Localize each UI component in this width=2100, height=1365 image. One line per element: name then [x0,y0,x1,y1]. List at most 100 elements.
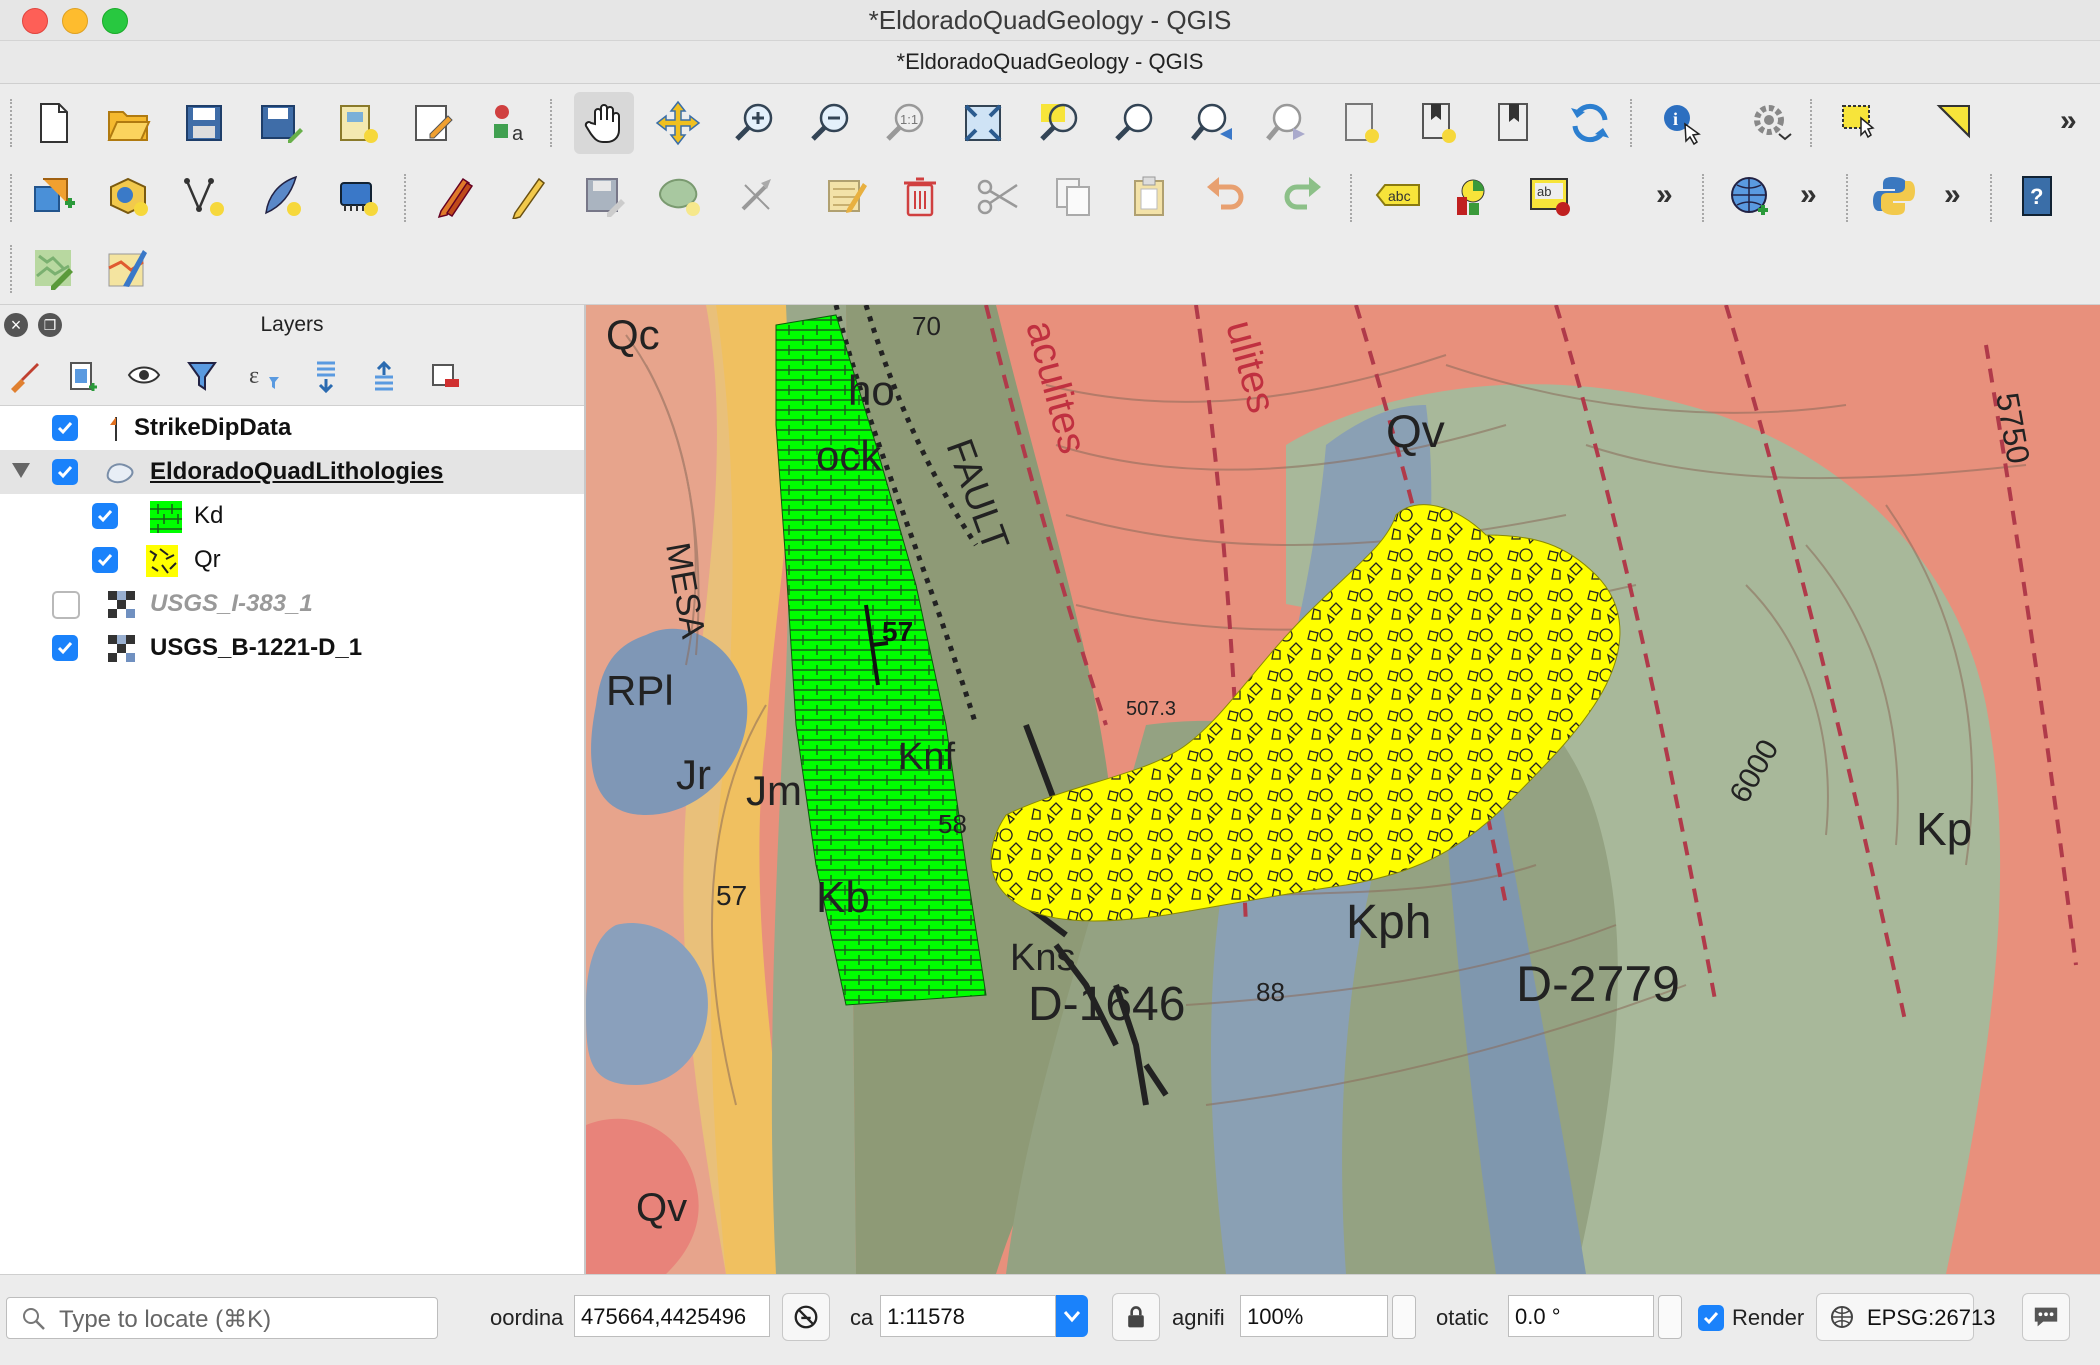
python-console-icon[interactable] [1866,168,1922,224]
collapse-arrow-icon[interactable] [12,463,30,478]
new-map-view-icon[interactable] [1333,95,1389,151]
toolbar-overflow-icon[interactable]: » [1800,178,1817,212]
save-as-icon[interactable] [253,95,309,151]
layer-row-strikedipdata[interactable]: StrikeDipData [0,406,584,450]
open-project-icon[interactable] [100,95,156,151]
paste-features-icon[interactable] [1122,168,1178,224]
rotation-field[interactable]: 0.0 ° [1508,1295,1654,1337]
layout-manager-icon[interactable] [405,95,461,151]
scale-dropdown-arrow-icon[interactable] [1056,1295,1088,1337]
save-layer-edits-icon[interactable] [576,168,632,224]
magnifier-stepper[interactable] [1392,1295,1416,1339]
new-project-icon[interactable] [26,95,82,151]
layer-labeling-options-icon[interactable]: ab [1522,168,1578,224]
zoom-to-layer-icon[interactable] [1107,95,1163,151]
magnifier-field[interactable]: 100% [1240,1295,1388,1337]
map-label: 70 [912,311,941,341]
copy-features-icon[interactable] [1046,168,1102,224]
map-tools-icon[interactable] [100,241,156,297]
new-spatialite-layer-icon[interactable] [253,168,309,224]
current-edits-icon[interactable] [428,168,484,224]
coordinate-field[interactable]: 475664,4425496 [574,1295,770,1337]
zoom-out-icon[interactable] [803,95,859,151]
identify-features-icon[interactable]: i [1654,95,1710,151]
label-toolbar-icon[interactable]: abc [1370,168,1426,224]
collapse-all-icon[interactable] [364,357,404,395]
kd-symbol-swatch [150,501,182,533]
expand-all-icon[interactable] [306,357,346,395]
scale-combobox[interactable]: 1:11578 [880,1295,1056,1337]
deselect-features-icon[interactable] [1930,95,1986,151]
new-print-layout-icon[interactable] [330,95,386,151]
vertex-tool-icon[interactable] [730,168,786,224]
map-canvas[interactable]: 57 Qc Qv Qv RPl Jr Jm Knf Kb Kph Kp Kns … [586,305,2100,1274]
render-checkbox[interactable] [1698,1305,1724,1331]
zoom-full-icon[interactable] [955,95,1011,151]
open-layer-styling-icon[interactable] [4,357,44,395]
pan-map-icon[interactable] [574,92,634,154]
map-label: 507.3 [1126,698,1176,720]
save-project-icon[interactable] [176,95,232,151]
legend-item-kd[interactable]: Kd [0,494,584,538]
filter-legend-icon[interactable] [182,357,222,395]
cut-features-icon[interactable] [970,168,1026,224]
crs-button[interactable]: EPSG:26713 [1816,1293,1995,1341]
layer-visibility-checkbox[interactable] [52,591,80,619]
new-virtual-layer-icon[interactable] [330,168,386,224]
zoom-next-icon[interactable] [1258,95,1314,151]
layer-row-usgs-b-1221[interactable]: USGS_B-1221-D_1 [0,626,584,670]
style-manager-icon[interactable]: a [481,95,537,151]
svg-text:ab: ab [1537,184,1551,199]
redo-icon[interactable] [1274,168,1330,224]
zoom-to-selection-icon[interactable] [1032,95,1088,151]
refresh-icon[interactable] [1562,95,1618,151]
add-group-icon[interactable] [62,357,102,395]
digitize-vertex-icon[interactable] [176,168,232,224]
select-features-icon[interactable] [1834,95,1890,151]
map-label: Qc [606,311,660,358]
layer-visibility-checkbox[interactable] [52,459,78,485]
manage-map-themes-icon[interactable] [124,357,164,395]
help-icon[interactable]: ? [2010,168,2066,224]
remove-layer-icon[interactable] [424,357,464,395]
class-visibility-checkbox[interactable] [92,547,118,573]
map-label: Knf [898,736,955,778]
toolbar-overflow-icon[interactable]: » [2060,104,2077,138]
run-feature-action-icon[interactable] [1742,95,1798,151]
add-polygon-feature-icon[interactable] [652,168,708,224]
layer-row-usgs-i-383[interactable]: USGS_I-383_1 [0,582,584,626]
toolbar-overflow-icon[interactable]: » [1944,178,1961,212]
toggle-editing-icon[interactable] [500,168,556,224]
zoom-last-icon[interactable] [1183,95,1239,151]
filter-by-expression-icon[interactable]: ε [244,357,284,395]
layer-visibility-checkbox[interactable] [52,635,78,661]
new-geopackage-layer-icon[interactable] [100,168,156,224]
show-bookmarks-icon[interactable] [1486,95,1542,151]
lock-scale-icon[interactable] [1112,1293,1160,1341]
layer-row-eldoradoquadlithologies[interactable]: EldoradoQuadLithologies [0,450,584,494]
legend-item-qr[interactable]: Qr [0,538,584,582]
map-label: Jr [676,751,711,798]
class-visibility-checkbox[interactable] [92,503,118,529]
locator-search-input[interactable]: Type to locate (⌘K) [6,1297,438,1339]
window-titlebar: *EldoradoQuadGeology - QGIS [0,0,2100,41]
crs-label: EPSG:26713 [1867,1305,1996,1330]
undo-icon[interactable] [1198,168,1254,224]
delete-selected-icon[interactable] [893,168,949,224]
zoom-native-icon[interactable]: 1:1 [878,95,934,151]
georeferencer-icon[interactable] [26,241,82,297]
modify-attributes-icon[interactable] [818,168,874,224]
toolbar-overflow-icon[interactable]: » [1656,178,1673,212]
diagram-options-icon[interactable] [1446,168,1502,224]
map-label: D-2779 [1516,956,1680,1012]
new-bookmark-icon[interactable] [1410,95,1466,151]
zoom-in-icon[interactable] [727,95,783,151]
data-source-manager-icon[interactable] [26,168,82,224]
pan-to-selection-icon[interactable] [650,95,706,151]
messages-icon[interactable] [2022,1293,2070,1341]
layer-visibility-checkbox[interactable] [52,415,78,441]
rotation-stepper[interactable] [1658,1295,1682,1339]
web-plugins-icon[interactable] [1722,168,1778,224]
geologic-map: 57 Qc Qv Qv RPl Jr Jm Knf Kb Kph Kp Kns … [586,305,2100,1274]
toggle-extents-icon[interactable] [782,1293,830,1341]
